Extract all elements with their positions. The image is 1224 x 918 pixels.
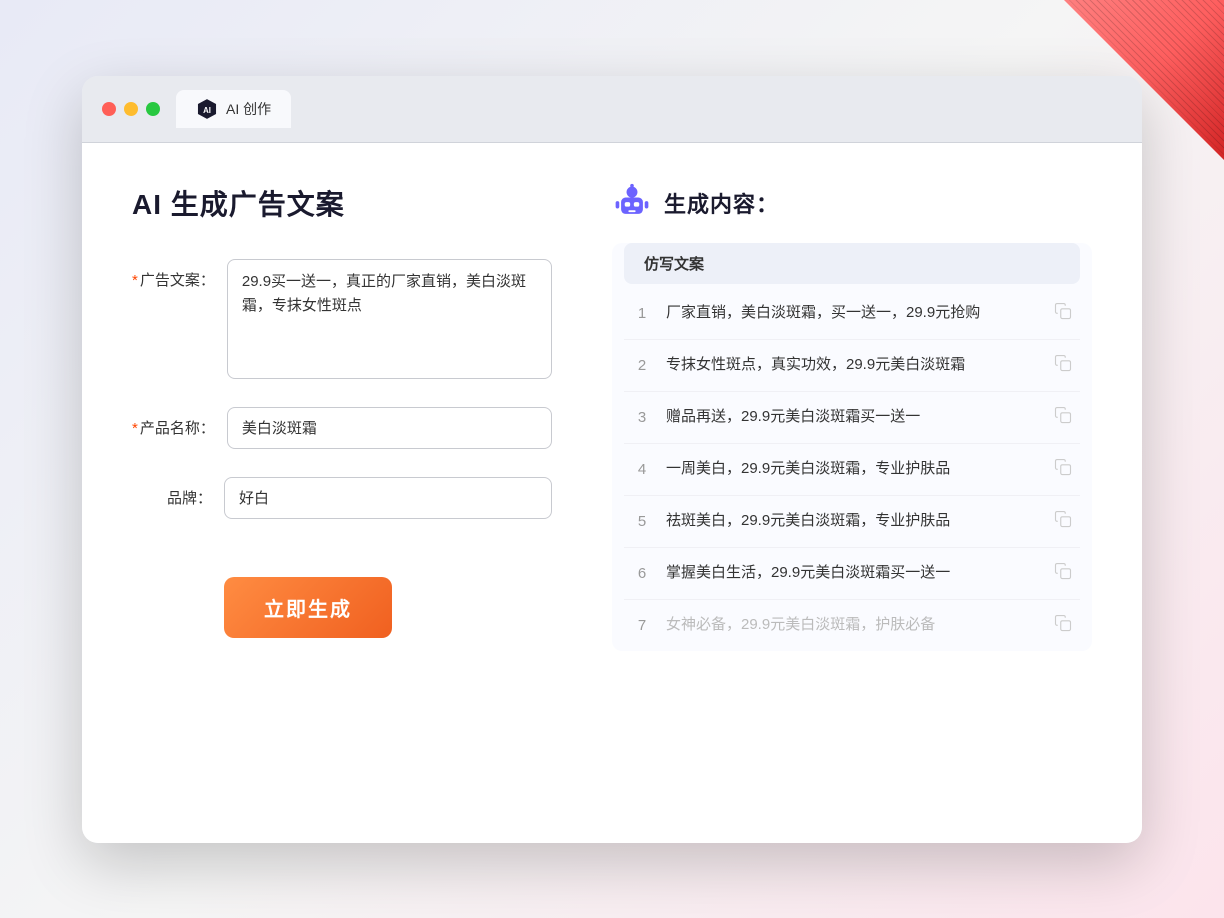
result-row-6: 6 掌握美白生活，29.9元美白淡斑霜买一送一 bbox=[624, 548, 1080, 600]
copy-icon[interactable] bbox=[1054, 510, 1072, 533]
copy-icon[interactable] bbox=[1054, 302, 1072, 325]
row-text: 掌握美白生活，29.9元美白淡斑霜买一送一 bbox=[666, 562, 1040, 585]
result-title: 生成内容： bbox=[664, 187, 779, 219]
product-name-label: *产品名称： bbox=[132, 407, 215, 438]
right-panel: 生成内容： 仿写文案 1 厂家直销，美白淡斑霜，买一送一，29.9元抢购 2 专抹女性… bbox=[612, 183, 1092, 803]
ad-copy-required: * bbox=[132, 272, 138, 289]
result-row-1: 1 厂家直销，美白淡斑霜，买一送一，29.9元抢购 bbox=[624, 288, 1080, 340]
result-row-5: 5 祛斑美白，29.9元美白淡斑霜，专业护肤品 bbox=[624, 496, 1080, 548]
result-header: 生成内容： bbox=[612, 183, 1092, 223]
result-row-3: 3 赠品再送，29.9元美白淡斑霜买一送一 bbox=[624, 392, 1080, 444]
row-number: 3 bbox=[632, 409, 652, 426]
main-content: AI 生成广告文案 *广告文案： 29.9买一送一，真正的厂家直销，美白淡斑霜，… bbox=[82, 143, 1142, 843]
row-text: 一周美白，29.9元美白淡斑霜，专业护肤品 bbox=[666, 458, 1040, 481]
result-row-4: 4 一周美白，29.9元美白淡斑霜，专业护肤品 bbox=[624, 444, 1080, 496]
generate-button[interactable]: 立即生成 bbox=[224, 577, 392, 638]
browser-window: AI AI 创作 AI 生成广告文案 *广告文案： 29.9买一送一，真正的厂家… bbox=[82, 76, 1142, 843]
result-row-2: 2 专抹女性斑点，真实功效，29.9元美白淡斑霜 bbox=[624, 340, 1080, 392]
row-text: 赠品再送，29.9元美白淡斑霜买一送一 bbox=[666, 406, 1040, 429]
robot-icon bbox=[612, 183, 652, 223]
minimize-button[interactable] bbox=[124, 102, 138, 116]
window-controls bbox=[102, 102, 160, 116]
product-name-group: *产品名称： 美白淡斑霜 bbox=[132, 407, 552, 449]
tab-label: AI 创作 bbox=[226, 99, 271, 119]
row-text: 祛斑美白，29.9元美白淡斑霜，专业护肤品 bbox=[666, 510, 1040, 533]
product-required: * bbox=[132, 420, 138, 437]
copy-icon[interactable] bbox=[1054, 614, 1072, 637]
brand-label: 品牌： bbox=[132, 477, 212, 508]
product-name-input[interactable]: 美白淡斑霜 bbox=[227, 407, 552, 449]
results-container: 仿写文案 1 厂家直销，美白淡斑霜，买一送一，29.9元抢购 2 专抹女性斑点，真实功… bbox=[612, 243, 1092, 651]
row-text: 专抹女性斑点，真实功效，29.9元美白淡斑霜 bbox=[666, 354, 1040, 377]
copy-icon[interactable] bbox=[1054, 458, 1072, 481]
svg-text:AI: AI bbox=[203, 105, 211, 114]
brand-input[interactable]: 好白 bbox=[224, 477, 552, 519]
copy-icon[interactable] bbox=[1054, 354, 1072, 377]
ad-copy-label: *广告文案： bbox=[132, 259, 215, 290]
row-number: 7 bbox=[632, 617, 652, 634]
copy-icon[interactable] bbox=[1054, 562, 1072, 585]
close-button[interactable] bbox=[102, 102, 116, 116]
row-number: 1 bbox=[632, 305, 652, 322]
results-list: 1 厂家直销，美白淡斑霜，买一送一，29.9元抢购 2 专抹女性斑点，真实功效，29.… bbox=[624, 288, 1080, 651]
row-number: 5 bbox=[632, 513, 652, 530]
result-row-7: 7 女神必备，29.9元美白淡斑霜，护肤必备 bbox=[624, 600, 1080, 651]
ad-copy-group: *广告文案： 29.9买一送一，真正的厂家直销，美白淡斑霜，专抹女性斑点 bbox=[132, 259, 552, 379]
row-number: 2 bbox=[632, 357, 652, 374]
row-number: 4 bbox=[632, 461, 652, 478]
table-header: 仿写文案 bbox=[624, 243, 1080, 284]
ad-copy-input[interactable]: 29.9买一送一，真正的厂家直销，美白淡斑霜，专抹女性斑点 bbox=[227, 259, 552, 379]
copy-icon[interactable] bbox=[1054, 406, 1072, 429]
title-bar: AI AI 创作 bbox=[82, 76, 1142, 143]
page-title: AI 生成广告文案 bbox=[132, 183, 552, 223]
left-panel: AI 生成广告文案 *广告文案： 29.9买一送一，真正的厂家直销，美白淡斑霜，… bbox=[132, 183, 552, 803]
maximize-button[interactable] bbox=[146, 102, 160, 116]
row-text: 厂家直销，美白淡斑霜，买一送一，29.9元抢购 bbox=[666, 302, 1040, 325]
ai-logo-icon: AI bbox=[196, 98, 218, 120]
row-text: 女神必备，29.9元美白淡斑霜，护肤必备 bbox=[666, 614, 1040, 637]
brand-group: 品牌： 好白 bbox=[132, 477, 552, 519]
tab-ai[interactable]: AI AI 创作 bbox=[176, 90, 291, 128]
row-number: 6 bbox=[632, 565, 652, 582]
